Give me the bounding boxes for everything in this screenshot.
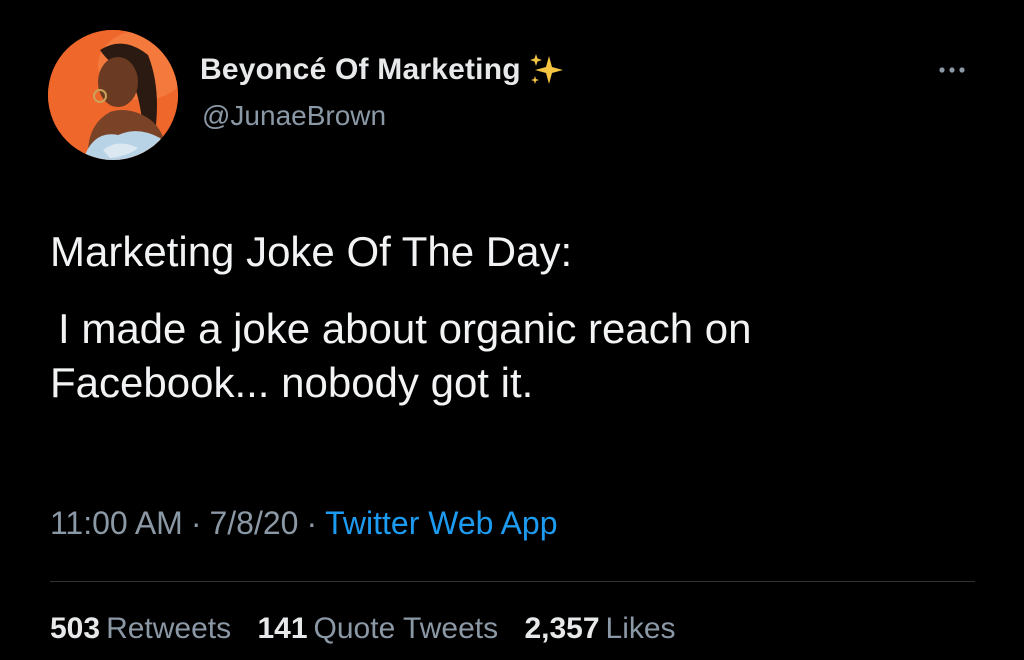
tweet-meta: 11:00 AM · 7/8/20 · Twitter Web App	[50, 505, 558, 542]
sparkles-icon	[527, 52, 567, 88]
tweet-text-line: Facebook... nobody got it.	[50, 359, 534, 407]
author-handle[interactable]: @JunaeBrown	[202, 100, 386, 132]
tweet-date[interactable]: 7/8/20	[209, 505, 298, 541]
retweets-label: Retweets	[106, 612, 232, 645]
tweet-time[interactable]: 11:00 AM	[50, 505, 183, 541]
meta-separator: ·	[190, 505, 202, 541]
quote-tweets-label: Quote Tweets	[313, 612, 499, 645]
author-display-name[interactable]: Beyoncé Of Marketing	[200, 53, 521, 87]
profile-avatar[interactable]	[48, 30, 178, 160]
divider	[50, 581, 975, 582]
quote-tweets-stat[interactable]: 141 Quote Tweets	[257, 612, 498, 646]
tweet-text: Marketing Joke Of The Day: I made a joke…	[50, 225, 980, 411]
likes-stat[interactable]: 2,357 Likes	[524, 612, 675, 646]
tweet-stats: 503 Retweets 141 Quote Tweets 2,357 Likes	[50, 612, 694, 646]
likes-label: Likes	[605, 612, 676, 645]
quote-tweets-count: 141	[257, 612, 308, 645]
tweet-source-link[interactable]: Twitter Web App	[325, 505, 557, 541]
tweet-text-line: Marketing Joke Of The Day:	[50, 228, 573, 275]
likes-count: 2,357	[524, 612, 600, 645]
retweets-count: 503	[50, 612, 101, 645]
tweet-text-line: I made a joke about organic reach on	[58, 304, 752, 352]
meta-separator: ·	[306, 505, 318, 541]
tweet-card: Beyoncé Of Marketing @JunaeBrown Marketi…	[0, 0, 1024, 660]
retweets-stat[interactable]: 503 Retweets	[50, 612, 231, 646]
author-name-row[interactable]: Beyoncé Of Marketing	[200, 50, 567, 90]
more-options-icon[interactable]	[930, 58, 974, 82]
avatar-image	[48, 30, 178, 160]
